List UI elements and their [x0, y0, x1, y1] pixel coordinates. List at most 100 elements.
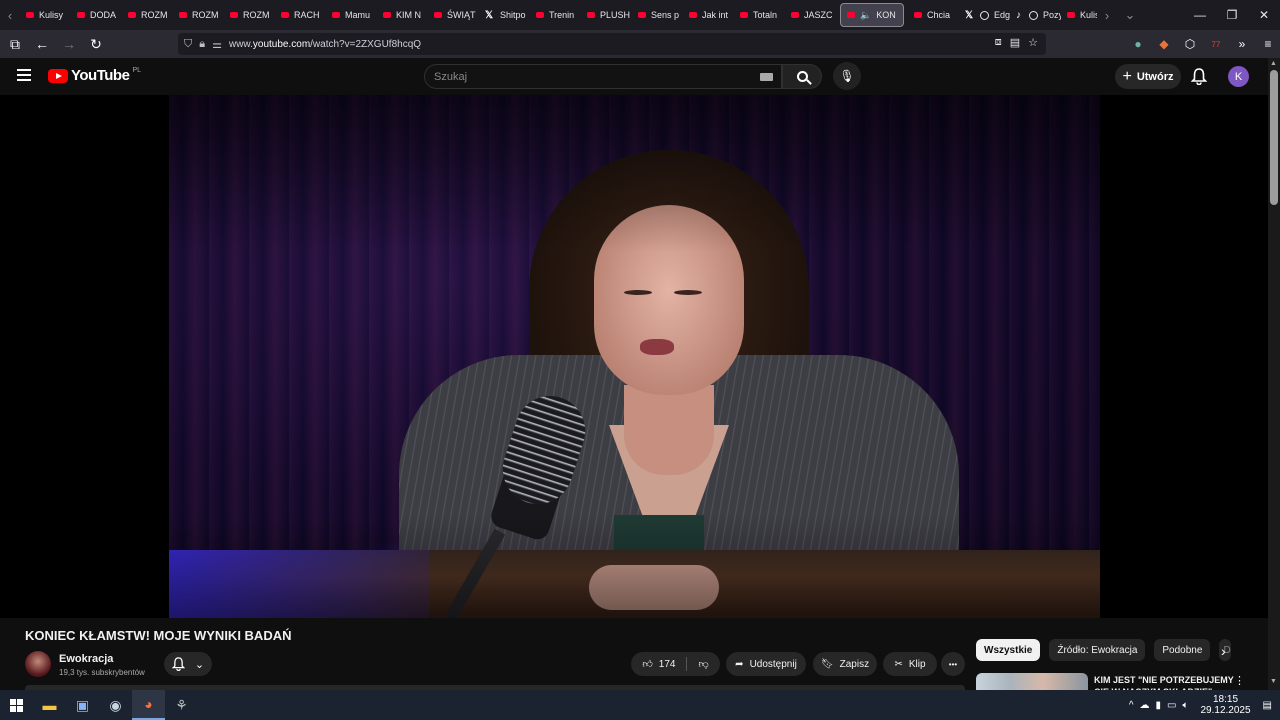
chip-related[interactable]: Podobne — [1154, 639, 1211, 661]
tab[interactable]: Chcia — [908, 0, 959, 30]
fox-extension-icon[interactable]: ◆ — [1156, 37, 1172, 51]
tab[interactable]: ROZM — [122, 0, 173, 30]
tab[interactable]: JASZC — [785, 0, 836, 30]
notifications-bell-icon[interactable] — [1189, 66, 1209, 86]
bookmark-star-icon[interactable]: ☆ — [1028, 36, 1038, 49]
steam-icon[interactable]: ◉ — [99, 690, 132, 720]
tab[interactable]: Kulis — [1061, 0, 1097, 30]
share-button[interactable]: ➦ Udostępnij — [726, 652, 806, 676]
chip-source[interactable]: Źródło: Ewokracja — [1049, 639, 1146, 661]
save-button[interactable]: 🔖︎ Zapisz — [813, 652, 877, 676]
chips-next-arrow-icon[interactable]: › — [1221, 643, 1226, 659]
plus-icon: + — [1122, 67, 1132, 85]
recommended-video-menu-icon[interactable]: ⋮ — [1234, 674, 1245, 687]
clip-button[interactable]: ✂ Klip — [883, 652, 937, 676]
thumbs-down-icon: 👎︎ — [698, 659, 709, 670]
tab-list-dropdown-icon[interactable]: ⌄ — [1117, 0, 1143, 30]
reader-view-icon[interactable]: ▤ — [1010, 36, 1020, 49]
volume-icon[interactable]: 🔈︎ — [1182, 700, 1188, 711]
chip-all[interactable]: Wszystkie — [976, 639, 1041, 661]
account-avatar[interactable]: K — [1228, 66, 1249, 87]
forward-icon[interactable]: → — [57, 32, 81, 56]
channel-avatar[interactable] — [25, 651, 51, 677]
like-button[interactable]: 👍︎ 174 — [642, 658, 675, 671]
restore-icon[interactable]: ❐ — [1216, 8, 1248, 22]
create-button[interactable]: + Utwórz — [1115, 64, 1181, 89]
keyboard-icon[interactable] — [760, 73, 773, 81]
tab[interactable]: Sens p — [632, 0, 683, 30]
youtube-icon — [638, 12, 646, 18]
back-icon[interactable]: ← — [30, 32, 54, 56]
app-icon[interactable]: ⚘ — [165, 690, 198, 720]
recommended-video-thumbnail[interactable] — [976, 673, 1088, 690]
clock-time: 18:15 — [1213, 694, 1239, 705]
tab[interactable]: ♪ Pozyty — [1010, 0, 1061, 30]
sidebar-toggle-icon[interactable]: ⧉ — [3, 32, 27, 56]
vpn-extension-icon[interactable]: ● — [1130, 37, 1146, 51]
tab[interactable]: Kulisy — [20, 0, 71, 30]
tabs-scroll-left-button[interactable]: ‹ — [0, 0, 20, 30]
youtube-icon — [536, 12, 544, 18]
tray-overflow-icon[interactable]: ^ — [1129, 700, 1134, 711]
extensions-puzzle-icon[interactable]: ⬡ — [1182, 37, 1198, 51]
more-actions-button[interactable]: ••• — [941, 652, 965, 676]
hamburger-menu-icon[interactable] — [17, 69, 31, 81]
scroll-down-arrow-icon[interactable]: ▼ — [1270, 678, 1277, 685]
tab-active[interactable]: 🔈 KON ✕ — [840, 3, 904, 27]
speaker-icon[interactable]: 🔈 — [860, 10, 871, 21]
tab[interactable]: ROZM — [173, 0, 224, 30]
close-window-icon[interactable]: ✕ — [1248, 8, 1280, 22]
extensions-toolbar: ● ◆ ⬡ 77 » ≡ — [1130, 32, 1276, 56]
tab[interactable]: ŚWIĄT — [428, 0, 479, 30]
display-icon[interactable]: ▭ — [1167, 700, 1176, 711]
network-cloud-icon[interactable]: ☁ — [1140, 700, 1150, 711]
video-player[interactable] — [0, 95, 1268, 618]
address-bar[interactable]: ⛉ 🔒︎ ⚌ www.youtube.com/watch?v=2ZXGUf8hc… — [178, 33, 1046, 55]
channel-name[interactable]: Ewokracja — [59, 653, 113, 665]
computer-icon[interactable]: ▣ — [66, 690, 99, 720]
file-explorer-icon[interactable]: ▬ — [33, 690, 66, 720]
lock-icon[interactable]: 🔒︎ — [199, 38, 205, 51]
tab[interactable]: 𝕏 Shitpo — [479, 0, 530, 30]
subscription-notifications-button[interactable]: ⌄ — [164, 652, 212, 676]
dislike-button[interactable]: 👎︎ — [698, 658, 708, 670]
search-input[interactable]: Szukaj — [424, 64, 782, 89]
overflow-chevron-icon[interactable]: » — [1234, 37, 1250, 51]
tab[interactable]: ROZM — [224, 0, 275, 30]
tab-close-icon[interactable]: ✕ — [903, 10, 904, 21]
tab[interactable]: 𝕏 Edgar — [959, 0, 1010, 30]
minimize-icon[interactable]: — — [1184, 8, 1216, 22]
tabs-scroll-right-button[interactable]: › — [1097, 0, 1117, 30]
voice-search-mic-icon[interactable]: 🎙︎ — [833, 62, 861, 90]
tab[interactable]: PLUSH — [581, 0, 632, 30]
ublock-extension-icon[interactable]: 77 — [1208, 40, 1224, 49]
subscriber-count: 19,3 tys. subskrybentów — [59, 668, 145, 677]
search-button[interactable] — [782, 64, 822, 89]
tab[interactable]: Totaln — [734, 0, 785, 30]
tab[interactable]: KIM N — [377, 0, 428, 30]
tab[interactable]: DODA — [71, 0, 122, 30]
browser-tab-strip: ‹ Kulisy DODA ROZM ROZM ROZM RACH Mamu K… — [0, 0, 1280, 30]
picture-in-picture-icon[interactable]: ⧈ — [995, 36, 1002, 49]
start-button[interactable] — [0, 690, 33, 720]
scroll-up-arrow-icon[interactable]: ▲ — [1270, 60, 1277, 67]
youtube-icon — [587, 12, 595, 18]
reload-icon[interactable]: ↻ — [84, 32, 108, 56]
app-menu-icon[interactable]: ≡ — [1260, 37, 1276, 51]
tab[interactable]: RACH — [275, 0, 326, 30]
youtube-logo[interactable]: YouTube PL — [48, 67, 141, 84]
permissions-icon[interactable]: ⚌ — [212, 38, 222, 51]
video-frame[interactable] — [169, 95, 1100, 618]
firefox-icon[interactable]: ◕ — [132, 690, 165, 720]
page-scrollbar[interactable]: ▲ ▼ — [1268, 58, 1280, 690]
notifications-icon[interactable]: ▤ — [1263, 700, 1272, 711]
scrollbar-thumb[interactable] — [1270, 70, 1278, 205]
tab[interactable]: Trenin — [530, 0, 581, 30]
tab[interactable]: Mamu — [326, 0, 377, 30]
recommended-video-title[interactable]: KIM JEST "NIE POTRZEBUJEMY CIĘ W NASZYM … — [1094, 674, 1234, 690]
tab-label: KIM N — [396, 10, 422, 20]
tab[interactable]: Jak int — [683, 0, 734, 30]
battery-icon[interactable]: ▮ — [1156, 700, 1162, 711]
taskbar-clock[interactable]: 18:15 29.12.2025 — [1200, 694, 1250, 716]
shield-icon[interactable]: ⛉ — [184, 38, 192, 51]
